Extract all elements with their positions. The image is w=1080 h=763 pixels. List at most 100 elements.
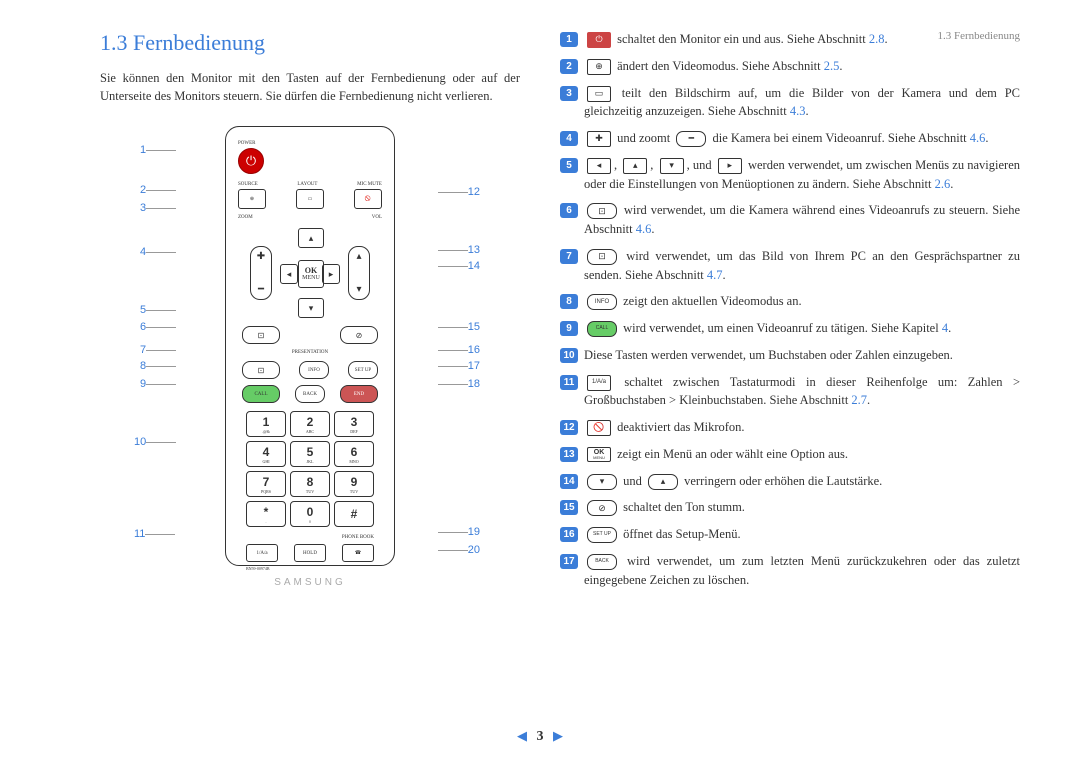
keypad-key: 4GHI [246, 441, 286, 467]
power-icon: ⏻ [587, 32, 611, 48]
keypad-key: *. [246, 501, 286, 527]
badge-15: 15 [560, 500, 578, 515]
volup-icon: ▴ [648, 474, 678, 490]
arrow-up-icon: ▴ [623, 158, 647, 174]
back-button: BACK [295, 385, 325, 403]
keypad-key: 7PQRS [246, 471, 286, 497]
info-icon: INFO [587, 294, 617, 310]
layout-icon: ▭ [587, 86, 611, 102]
call-button: CALL [242, 385, 280, 403]
callout-2: 2 [140, 184, 176, 196]
power-button: ⏻ [238, 148, 264, 174]
arrow-up: ▴ [298, 228, 324, 248]
arrow-left-icon: ◂ [587, 158, 611, 174]
badge-10: 10 [560, 348, 578, 363]
callout-11: 11 [134, 528, 175, 540]
link-4-6a[interactable]: 4.6 [970, 131, 986, 145]
hold-button: HOLD [294, 544, 326, 562]
link-4-3[interactable]: 4.3 [790, 104, 806, 118]
callout-4: 4 [140, 246, 176, 258]
source-label: SOURCE [238, 182, 258, 187]
next-page-arrow[interactable]: ▶ [553, 728, 563, 743]
callout-9: 9 [140, 378, 176, 390]
ok-button: OK MENU [298, 260, 324, 288]
link-4-6b[interactable]: 4.6 [636, 222, 652, 236]
callout-15: 15 [438, 321, 480, 333]
plus-icon: ✚ [587, 131, 611, 147]
micmute-icon: 🚫 [587, 420, 611, 436]
power-label: POWER [238, 141, 382, 146]
badge-9: 9 [560, 321, 578, 336]
vol-label: VOL [372, 215, 382, 220]
callout-12: 12 [438, 186, 480, 198]
layout-button: ▭ [296, 189, 324, 209]
layout-label: LAYOUT [297, 182, 317, 187]
arrow-down: ▾ [298, 298, 324, 318]
info-button: INFO [299, 361, 329, 379]
source-icon: ⊕ [587, 59, 611, 75]
keypad-key: 8TUV [290, 471, 330, 497]
mode-button: 1/A/a [246, 544, 278, 562]
presentation-button: ⊡ [242, 361, 280, 379]
arrow-right-icon: ▸ [718, 158, 742, 174]
ok-icon: OKMENU [587, 447, 611, 462]
section-heading: 1.3 Fernbedienung [100, 30, 520, 56]
arrow-left: ◂ [280, 264, 298, 284]
callout-7: 7 [140, 344, 176, 356]
minus-icon: ━ [676, 131, 706, 147]
badge-13: 13 [560, 447, 578, 462]
bn-number: BN59-00974B [246, 566, 374, 571]
running-header: 1.3 Fernbedienung [938, 30, 1020, 42]
callout-20: 20 [438, 544, 480, 556]
badge-5: 5 [560, 158, 578, 173]
callout-19: 19 [438, 526, 480, 538]
phonebook-label: PHONE BOOK [342, 535, 374, 540]
zoom-rocker: ✚━ [250, 246, 272, 300]
keypad: 1.@&2ABC3DEF4GHI5JKL6MNO7PQRS8TUV9TUV*.0… [246, 411, 374, 527]
setup-icon: SET UP [587, 527, 617, 543]
badge-14: 14 [560, 474, 578, 489]
badge-4: 4 [560, 131, 578, 146]
callout-13: 13 [438, 244, 480, 256]
link-2-7[interactable]: 2.7 [851, 393, 867, 407]
presentation-icon: ⊡ [587, 249, 617, 265]
page-footer: ◀ 3 ▶ [0, 728, 1080, 745]
callout-3: 3 [140, 202, 176, 214]
legend-list: 1⏻ schaltet den Monitor ein und aus. Sie… [560, 30, 1020, 597]
presentation-label: PRESENTATION [238, 350, 382, 355]
call-icon: CALL [587, 321, 617, 337]
setup-button: SET UP [348, 361, 378, 379]
mute-button: ⊘ [340, 326, 378, 344]
keypad-key: 6MNO [334, 441, 374, 467]
link-2-5[interactable]: 2.5 [824, 59, 840, 73]
intro-text: Sie können den Monitor mit den Tasten au… [100, 69, 520, 107]
prev-page-arrow[interactable]: ◀ [517, 728, 527, 743]
badge-2: 2 [560, 59, 578, 74]
keypad-key: 9TUV [334, 471, 374, 497]
samsung-logo: SAMSUNG [238, 577, 382, 588]
callout-5: 5 [140, 304, 176, 316]
camctrl-icon: ⊡ [587, 203, 617, 219]
arrow-right: ▸ [322, 264, 340, 284]
source-button: ⊕ [238, 189, 266, 209]
phonebook-button: ☎ [342, 544, 374, 562]
callout-14: 14 [438, 260, 480, 272]
link-2-8[interactable]: 2.8 [869, 32, 885, 46]
badge-6: 6 [560, 203, 578, 218]
link-2-6[interactable]: 2.6 [935, 177, 951, 191]
keypad-key: 1.@& [246, 411, 286, 437]
keypad-key: 5JKL [290, 441, 330, 467]
zoom-label: ZOOM [238, 215, 253, 220]
voldown-icon: ▾ [587, 474, 617, 490]
callout-10: 10 [134, 436, 176, 448]
callout-6: 6 [140, 321, 176, 333]
badge-3: 3 [560, 86, 578, 101]
mute-icon: ⊘ [587, 500, 617, 516]
keypad-key: # [334, 501, 374, 527]
mode-icon: 1/A/a [587, 375, 611, 391]
badge-16: 16 [560, 527, 578, 542]
link-4-7[interactable]: 4.7 [707, 268, 723, 282]
keypad-key: 3DEF [334, 411, 374, 437]
callout-17: 17 [438, 360, 480, 372]
arrow-down-icon: ▾ [660, 158, 684, 174]
